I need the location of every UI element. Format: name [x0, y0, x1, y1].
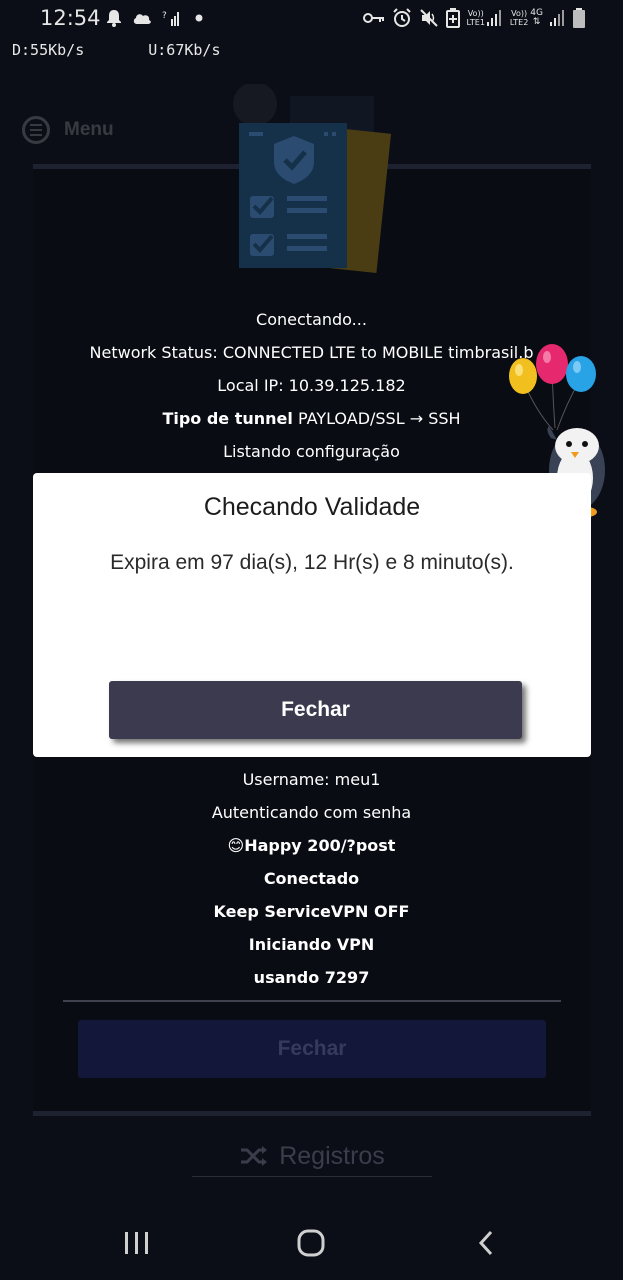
home-button[interactable] [281, 1218, 341, 1268]
dialog-title: Checando Validade [203, 493, 421, 521]
menu-button[interactable]: Menu [22, 116, 114, 144]
navigation-bar [0, 1200, 623, 1280]
signal-lte1-icon: Vo)) LTE1 [467, 9, 503, 27]
log-line: Autenticando com senha [211, 803, 412, 822]
battery-saver-icon [445, 8, 460, 28]
download-speed: D:55Kb/s [12, 41, 85, 59]
dot-icon [195, 14, 203, 22]
log-line: Username: meu1 [242, 770, 381, 789]
log-line: Keep ServiceVPN OFF [213, 902, 410, 921]
log-line: usando 7297 [253, 968, 370, 987]
logs-button[interactable]: Registros [192, 1136, 432, 1177]
log-line: Conectado [263, 869, 360, 888]
close-dialog-button[interactable]: Fechar [109, 681, 522, 739]
status-time: 12:54 [40, 6, 101, 30]
dialog-message: Expira em 97 dia(s), 12 Hr(s) e 8 minuto… [110, 551, 514, 574]
close-log-button[interactable]: Fechar [78, 1020, 546, 1078]
menu-icon [22, 116, 50, 144]
signal-lte2-icon: Vo)) LTE2 4G ⇅ [509, 8, 543, 28]
battery-icon [573, 8, 585, 28]
validity-dialog: Checando Validade Expira em 97 dia(s), 1… [33, 473, 591, 757]
shuffle-icon [241, 1146, 268, 1166]
network-speed: D:55Kb/s U:67Kb/s [12, 41, 285, 59]
recent-apps-button[interactable] [107, 1218, 167, 1268]
svg-text:?: ? [162, 11, 167, 21]
mute-icon [419, 9, 438, 27]
alarm-icon [392, 8, 411, 27]
status-bar: 12:54 ? Vo)) LTE1 Vo)) LTE2 4G ⇅ [0, 0, 623, 36]
back-icon [478, 1230, 493, 1256]
upload-speed: U:67Kb/s [148, 41, 221, 59]
back-button[interactable] [456, 1218, 516, 1268]
notification-bell-icon [107, 10, 121, 27]
log-line: Conectando... [256, 310, 367, 329]
log-line: Iniciando VPN [248, 935, 375, 954]
signal-icon [550, 10, 564, 26]
home-icon [297, 1229, 325, 1257]
signal-question-icon: ? [162, 11, 179, 26]
vpn-key-icon [362, 13, 384, 23]
cloud-icon [133, 14, 151, 24]
recent-apps-icon [125, 1232, 148, 1254]
log-line: 😊Happy 200/?post [227, 836, 396, 855]
security-checklist-icon [233, 84, 392, 274]
divider [63, 1000, 561, 1002]
